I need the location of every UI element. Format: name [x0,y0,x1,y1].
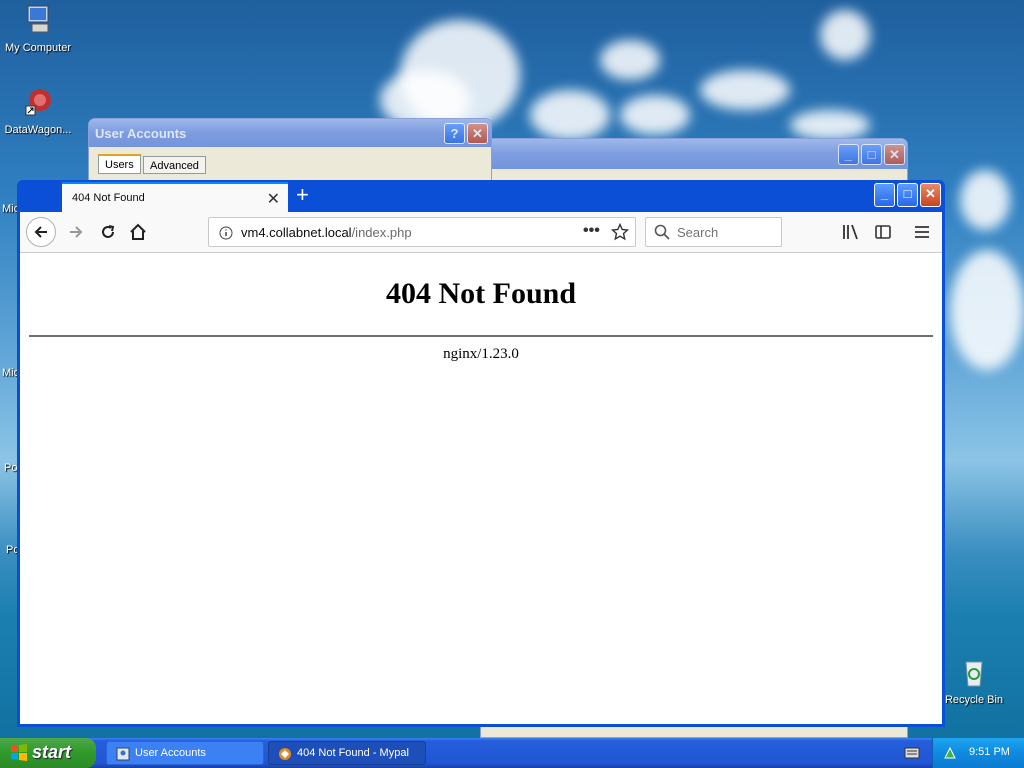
my-computer-icon[interactable]: My Computer [0,4,76,54]
network-icon[interactable] [942,745,958,761]
keyboard-icon[interactable] [904,747,920,759]
info-icon [219,226,233,240]
search-icon [654,224,670,240]
reload-icon [102,225,115,238]
home-icon [130,223,146,240]
server-signature: nginx/1.23.0 [443,346,519,362]
task-label: 404 Not Found - Mypal [297,747,409,759]
menu-icon[interactable] [913,223,931,241]
computer-icon [27,5,49,33]
url-bar[interactable]: vm4.collabnet.local/index.php ••• [208,217,636,247]
task-user-accounts[interactable]: User Accounts [106,741,264,765]
partial-icon-label[interactable]: Po [4,462,17,474]
back-button[interactable] [26,217,56,247]
url-path: /index.php [351,225,412,240]
browser-window[interactable]: 404 Not Found ✕ + _ □ ✕ vm4.collabnet.lo… [17,180,945,727]
datawagon-icon[interactable]: DataWagon... [0,86,76,136]
maximize-button[interactable]: □ [861,144,882,165]
url-host: vm4.collabnet.local [241,225,352,240]
forward-button[interactable] [62,218,90,246]
forward-arrow-icon [70,226,83,238]
library-icon[interactable] [842,223,860,241]
divider [29,335,933,337]
page-actions-icon[interactable]: ••• [583,222,600,240]
datawagon-label: DataWagon... [4,124,72,136]
tab-advanced[interactable]: Advanced [143,156,206,174]
sidebar-icon[interactable] [874,223,892,241]
my-computer-label: My Computer [4,42,72,54]
recycle-bin-icon [965,661,983,687]
navigation-toolbar: vm4.collabnet.local/index.php ••• Search [20,212,942,253]
close-button[interactable]: ✕ [920,183,941,207]
task-label: User Accounts [135,747,206,759]
mypal-icon [279,748,291,760]
task-browser[interactable]: 404 Not Found - Mypal [268,741,426,765]
close-button[interactable]: ✕ [884,144,905,165]
windows-logo-icon [11,744,27,761]
user-accounts-icon [116,747,130,761]
close-tab-icon[interactable]: ✕ [267,189,280,209]
recycle-bin-icon[interactable]: Recycle Bin [936,656,1012,706]
reload-button[interactable] [94,218,122,246]
clock[interactable]: 9:51 PM [969,746,1010,758]
browser-tab[interactable]: 404 Not Found ✕ [62,182,288,212]
page-content: 404 Not Found nginx/1.23.0 [20,253,942,724]
close-button[interactable]: ✕ [467,123,488,144]
user-accounts-title: User Accounts [95,126,187,141]
page-heading: 404 Not Found [385,277,577,310]
home-button[interactable] [124,218,152,246]
user-accounts-titlebar[interactable]: User Accounts [89,119,491,147]
start-button[interactable]: start [0,738,96,768]
search-placeholder: Search [677,225,719,240]
back-arrow-icon [34,226,47,238]
maximize-button[interactable]: □ [897,183,918,207]
recycle-bin-label: Recycle Bin [944,694,1004,706]
tab-users[interactable]: Users [98,154,141,174]
start-label: start [32,742,72,762]
bookmark-star-icon[interactable] [611,223,629,241]
datawagon-logo-icon [25,89,51,116]
new-tab-button[interactable]: + [296,184,309,206]
minimize-button[interactable]: _ [838,144,859,165]
tab-title: 404 Not Found [72,192,145,204]
tab-bar: 404 Not Found ✕ + _ □ ✕ [20,180,942,212]
help-button[interactable]: ? [444,123,465,144]
minimize-button[interactable]: _ [874,183,895,207]
taskbar: start User Accounts 404 Not Found - Mypa… [0,738,1024,768]
system-tray: 9:51 PM [932,738,1024,768]
search-input[interactable]: Search [645,217,782,247]
